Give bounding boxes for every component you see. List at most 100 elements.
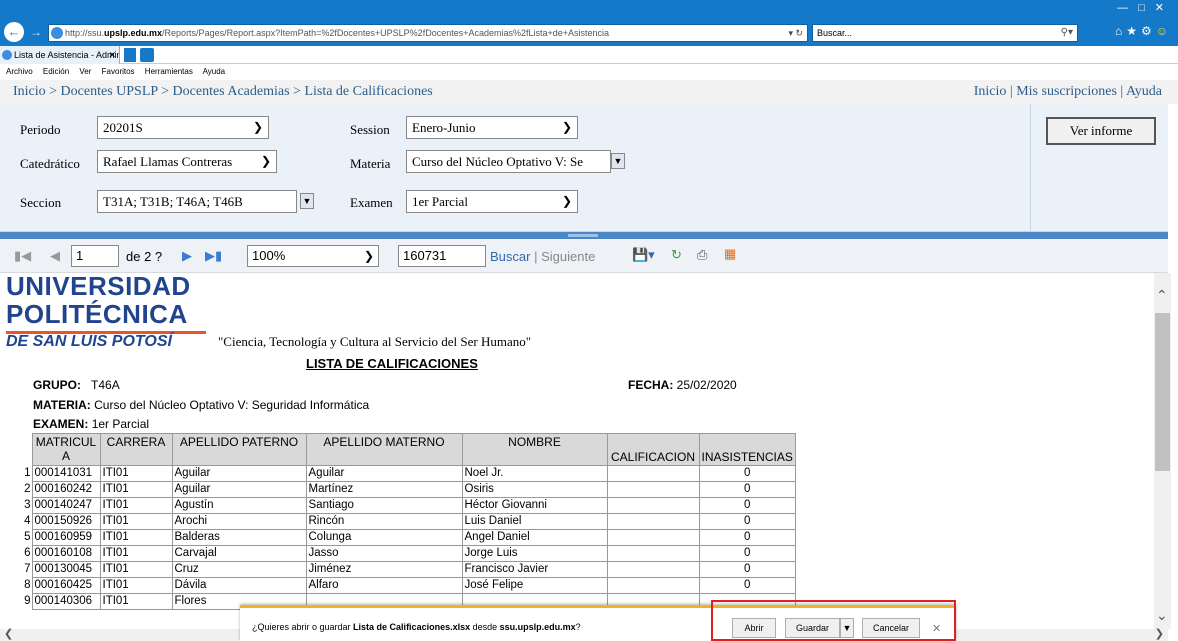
menu-edicion[interactable]: Edición [43,67,69,76]
table-row: 7 000130045 ITI01 Cruz Jiménez Francisco Javi… [10,561,796,578]
table-cell: Agustín [171,497,307,514]
print-icon[interactable]: ⎙ [697,247,707,263]
periodo-select[interactable]: 20201S ❯ [97,116,269,139]
ie-logo-tab-icon[interactable] [140,48,154,62]
row-number-cell: 7 [24,563,31,575]
chevron-down-icon: ❯ [561,120,572,134]
materia-report-value: Curso del Núcleo Optativo V: Seguridad I… [94,398,370,412]
table-cell: 0 [698,481,796,498]
chevron-down-icon: ❯ [252,120,263,134]
chevron-down-icon: ❯ [363,249,374,263]
seccion-label: Seccion [20,195,62,210]
page-number-input[interactable]: 1 [71,245,119,267]
table-cell: 000140306 [31,593,101,610]
refresh-report-icon[interactable]: ↻ [671,247,682,263]
materia-select[interactable]: Curso del Núcleo Optativo V: Se [406,150,611,173]
splitter-grip-icon[interactable] [568,234,598,237]
table-cell [606,545,700,562]
forward-icon[interactable]: → [28,24,44,40]
fecha-value: 25/02/2020 [676,378,737,392]
seccion-select[interactable]: T31A; T31B; T46A; T46B [97,190,297,213]
address-bar[interactable]: http://ssu.upslp.edu.mx/Reports/Pages/Re… [48,24,808,42]
table-cell [606,497,700,514]
find-text-input[interactable]: 160731 [398,245,486,267]
logo-line-2: POLITÉCNICA [6,299,188,329]
materia-dropdown-icon[interactable]: ▼ [611,153,625,169]
table-cell: José Felipe [461,577,608,594]
grupo-value: T46A [91,378,120,392]
last-page-icon[interactable]: ▶▮ [205,248,222,264]
menu-herramientas[interactable]: Herramientas [145,67,193,76]
chevron-down-icon: ❯ [561,194,572,208]
materia-report-label: MATERIA: [33,398,91,412]
column-header: CALIFICACION [606,433,700,466]
browser-titlebar: ← → http://ssu.upslp.edu.mx/Reports/Page… [0,0,1178,46]
data-feed-icon[interactable]: ▦ [724,246,736,262]
examen-report-label: EXAMEN: [33,417,89,431]
address-path: /Reports/Pages/Report.aspx?ItemPath=%2fD… [162,28,610,38]
menu-favoritos[interactable]: Favoritos [102,67,135,76]
menu-ver[interactable]: Ver [79,67,91,76]
table-cell: ITI01 [99,577,173,594]
row-number-cell: 5 [24,531,31,543]
favorites-star-icon[interactable]: ★ [1126,24,1141,38]
header-bar: Inicio > Docentes UPSLP > Docentes Acade… [0,80,1178,104]
home-icon[interactable]: ⌂ [1115,24,1126,38]
seccion-dropdown-icon[interactable]: ▼ [300,193,314,209]
settings-gear-icon[interactable]: ⚙ [1141,24,1156,38]
view-report-button[interactable]: Ver informe [1046,117,1156,145]
scrollbar-thumb[interactable] [1155,313,1170,471]
table-cell [606,577,700,594]
panel-splitter[interactable] [0,232,1168,239]
session-select[interactable]: Enero-Junio ❯ [406,116,578,139]
examen-select[interactable]: 1er Parcial ❯ [406,190,578,213]
row-number-cell: 1 [24,467,31,479]
window-controls[interactable]: —□✕ [1117,1,1174,14]
scroll-right-icon[interactable]: ❯ [1155,627,1164,640]
menu-ayuda[interactable]: Ayuda [203,67,226,76]
catedratico-select[interactable]: Rafael Llamas Contreras ❯ [97,150,277,173]
export-save-icon[interactable]: 💾▾ [632,247,655,263]
table-cell: Jorge Luis [461,545,608,562]
row-number-cell: 6 [24,547,31,559]
table-cell: Jiménez [305,561,463,578]
ie-toolbar-icons[interactable]: ⌂★⚙☺ [1115,24,1172,38]
scroll-left-icon[interactable]: ❮ [4,627,13,640]
table-cell: 0 [698,577,796,594]
report-toolbar: ▮◀ ◀ 1 de 2 ? ▶ ▶▮ 100% ❯ 160731 Buscar |… [0,239,1168,273]
report-viewer: UNIVERSIDAD POLITÉCNICA DE SAN LUIS POTO… [0,273,1154,629]
vertical-scrollbar[interactable]: ⌃ ⌄ [1154,273,1171,629]
find-next-link[interactable]: Siguiente [541,249,595,264]
column-header: MATRICUL A [31,433,101,466]
address-scheme: http://ssu. [65,28,105,38]
table-cell: ITI01 [99,545,173,562]
menu-archivo[interactable]: Archivo [6,67,33,76]
zoom-select[interactable]: 100% ❯ [247,245,379,267]
table-cell: Jasso [305,545,463,562]
table-cell: Aguilar [171,465,307,482]
table-row: 3 000140247 ITI01 Agustín Santiago Héctor Gio… [10,497,796,514]
search-input[interactable]: Buscar... ⚲▾ [812,24,1078,42]
top-links[interactable]: Inicio | Mis suscripciones | Ayuda [974,80,1162,104]
refresh-icon[interactable]: ▾ ↻ [788,25,803,41]
scroll-up-icon[interactable]: ⌃ [1156,287,1168,304]
feedback-smiley-icon[interactable]: ☺ [1156,24,1172,38]
scroll-down-icon[interactable]: ⌄ [1156,607,1168,624]
download-prompt: ¿Quieres abrir o guardar Lista de Califi… [252,622,581,632]
tab-close-icon[interactable]: ✕ [108,46,116,64]
table-cell: Angel Daniel [461,529,608,546]
examen-value: 1er Parcial [412,194,468,209]
search-icon[interactable]: ⚲▾ [1061,25,1073,41]
tab-title: Lista de Asistencia - Admini... [14,50,120,60]
previous-page-icon[interactable]: ◀ [50,248,60,264]
highlight-annotation-box [711,600,956,641]
breadcrumb[interactable]: Inicio > Docentes UPSLP > Docentes Acade… [13,80,433,104]
first-page-icon[interactable]: ▮◀ [14,248,31,264]
tab-report[interactable]: Lista de Asistencia - Admini... ✕ [0,46,120,64]
next-page-icon[interactable]: ▶ [182,248,192,264]
find-link[interactable]: Buscar [490,249,530,264]
examen-report-value: 1er Parcial [91,417,150,431]
new-tab-icon[interactable] [124,48,136,62]
row-number-cell: 3 [24,499,31,511]
back-icon[interactable]: ← [4,22,24,42]
